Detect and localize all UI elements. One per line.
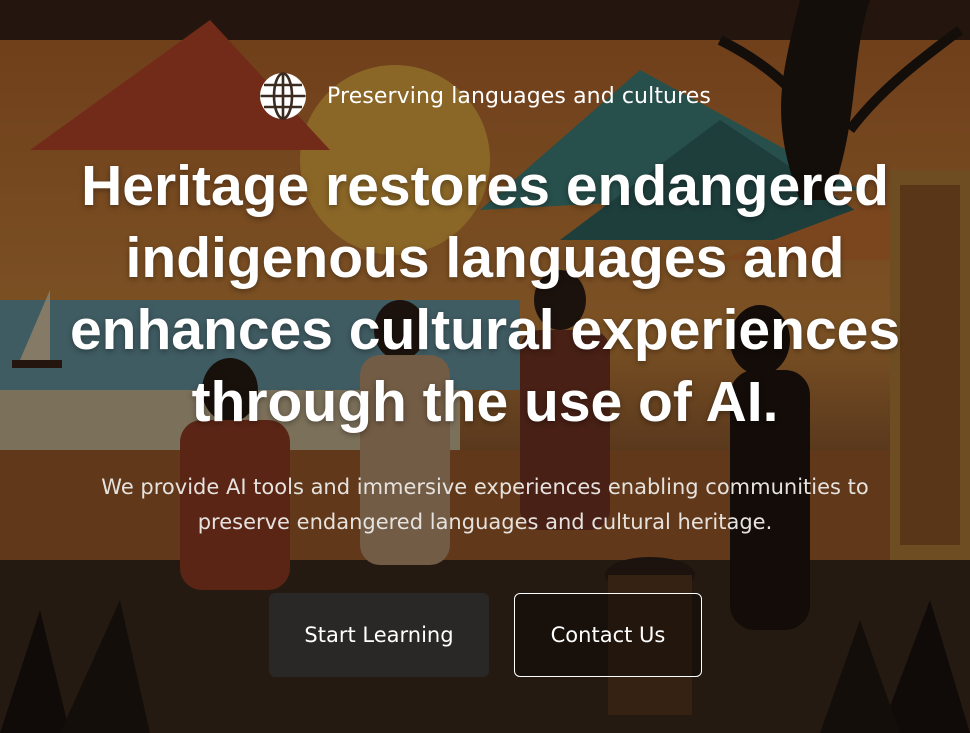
start-learning-label: Start Learning [304, 623, 454, 647]
hero-section: Preserving languages and cultures Herita… [0, 0, 970, 733]
hero-content: Preserving languages and cultures Herita… [0, 0, 970, 733]
tagline-text: Preserving languages and cultures [327, 83, 711, 109]
globe-icon [260, 72, 307, 120]
contact-us-button[interactable]: Contact Us [514, 593, 702, 677]
headline-line: indigenous languages and [125, 226, 845, 290]
headline-line: Heritage restores endangered [81, 154, 889, 218]
start-learning-button[interactable]: Start Learning [269, 593, 489, 677]
hero-subheading: We provide AI tools and immersive experi… [60, 470, 910, 540]
contact-us-label: Contact Us [550, 623, 666, 647]
headline-line: through the use of AI. [191, 370, 779, 434]
tagline: Preserving languages and cultures [0, 72, 970, 120]
subheading-line: preserve endangered languages and cultur… [197, 510, 773, 534]
headline-line: enhances cultural experiences [69, 298, 901, 362]
subheading-line: We provide AI tools and immersive experi… [101, 475, 869, 499]
hero-headline: Heritage restores endangered indigenous … [20, 150, 950, 438]
